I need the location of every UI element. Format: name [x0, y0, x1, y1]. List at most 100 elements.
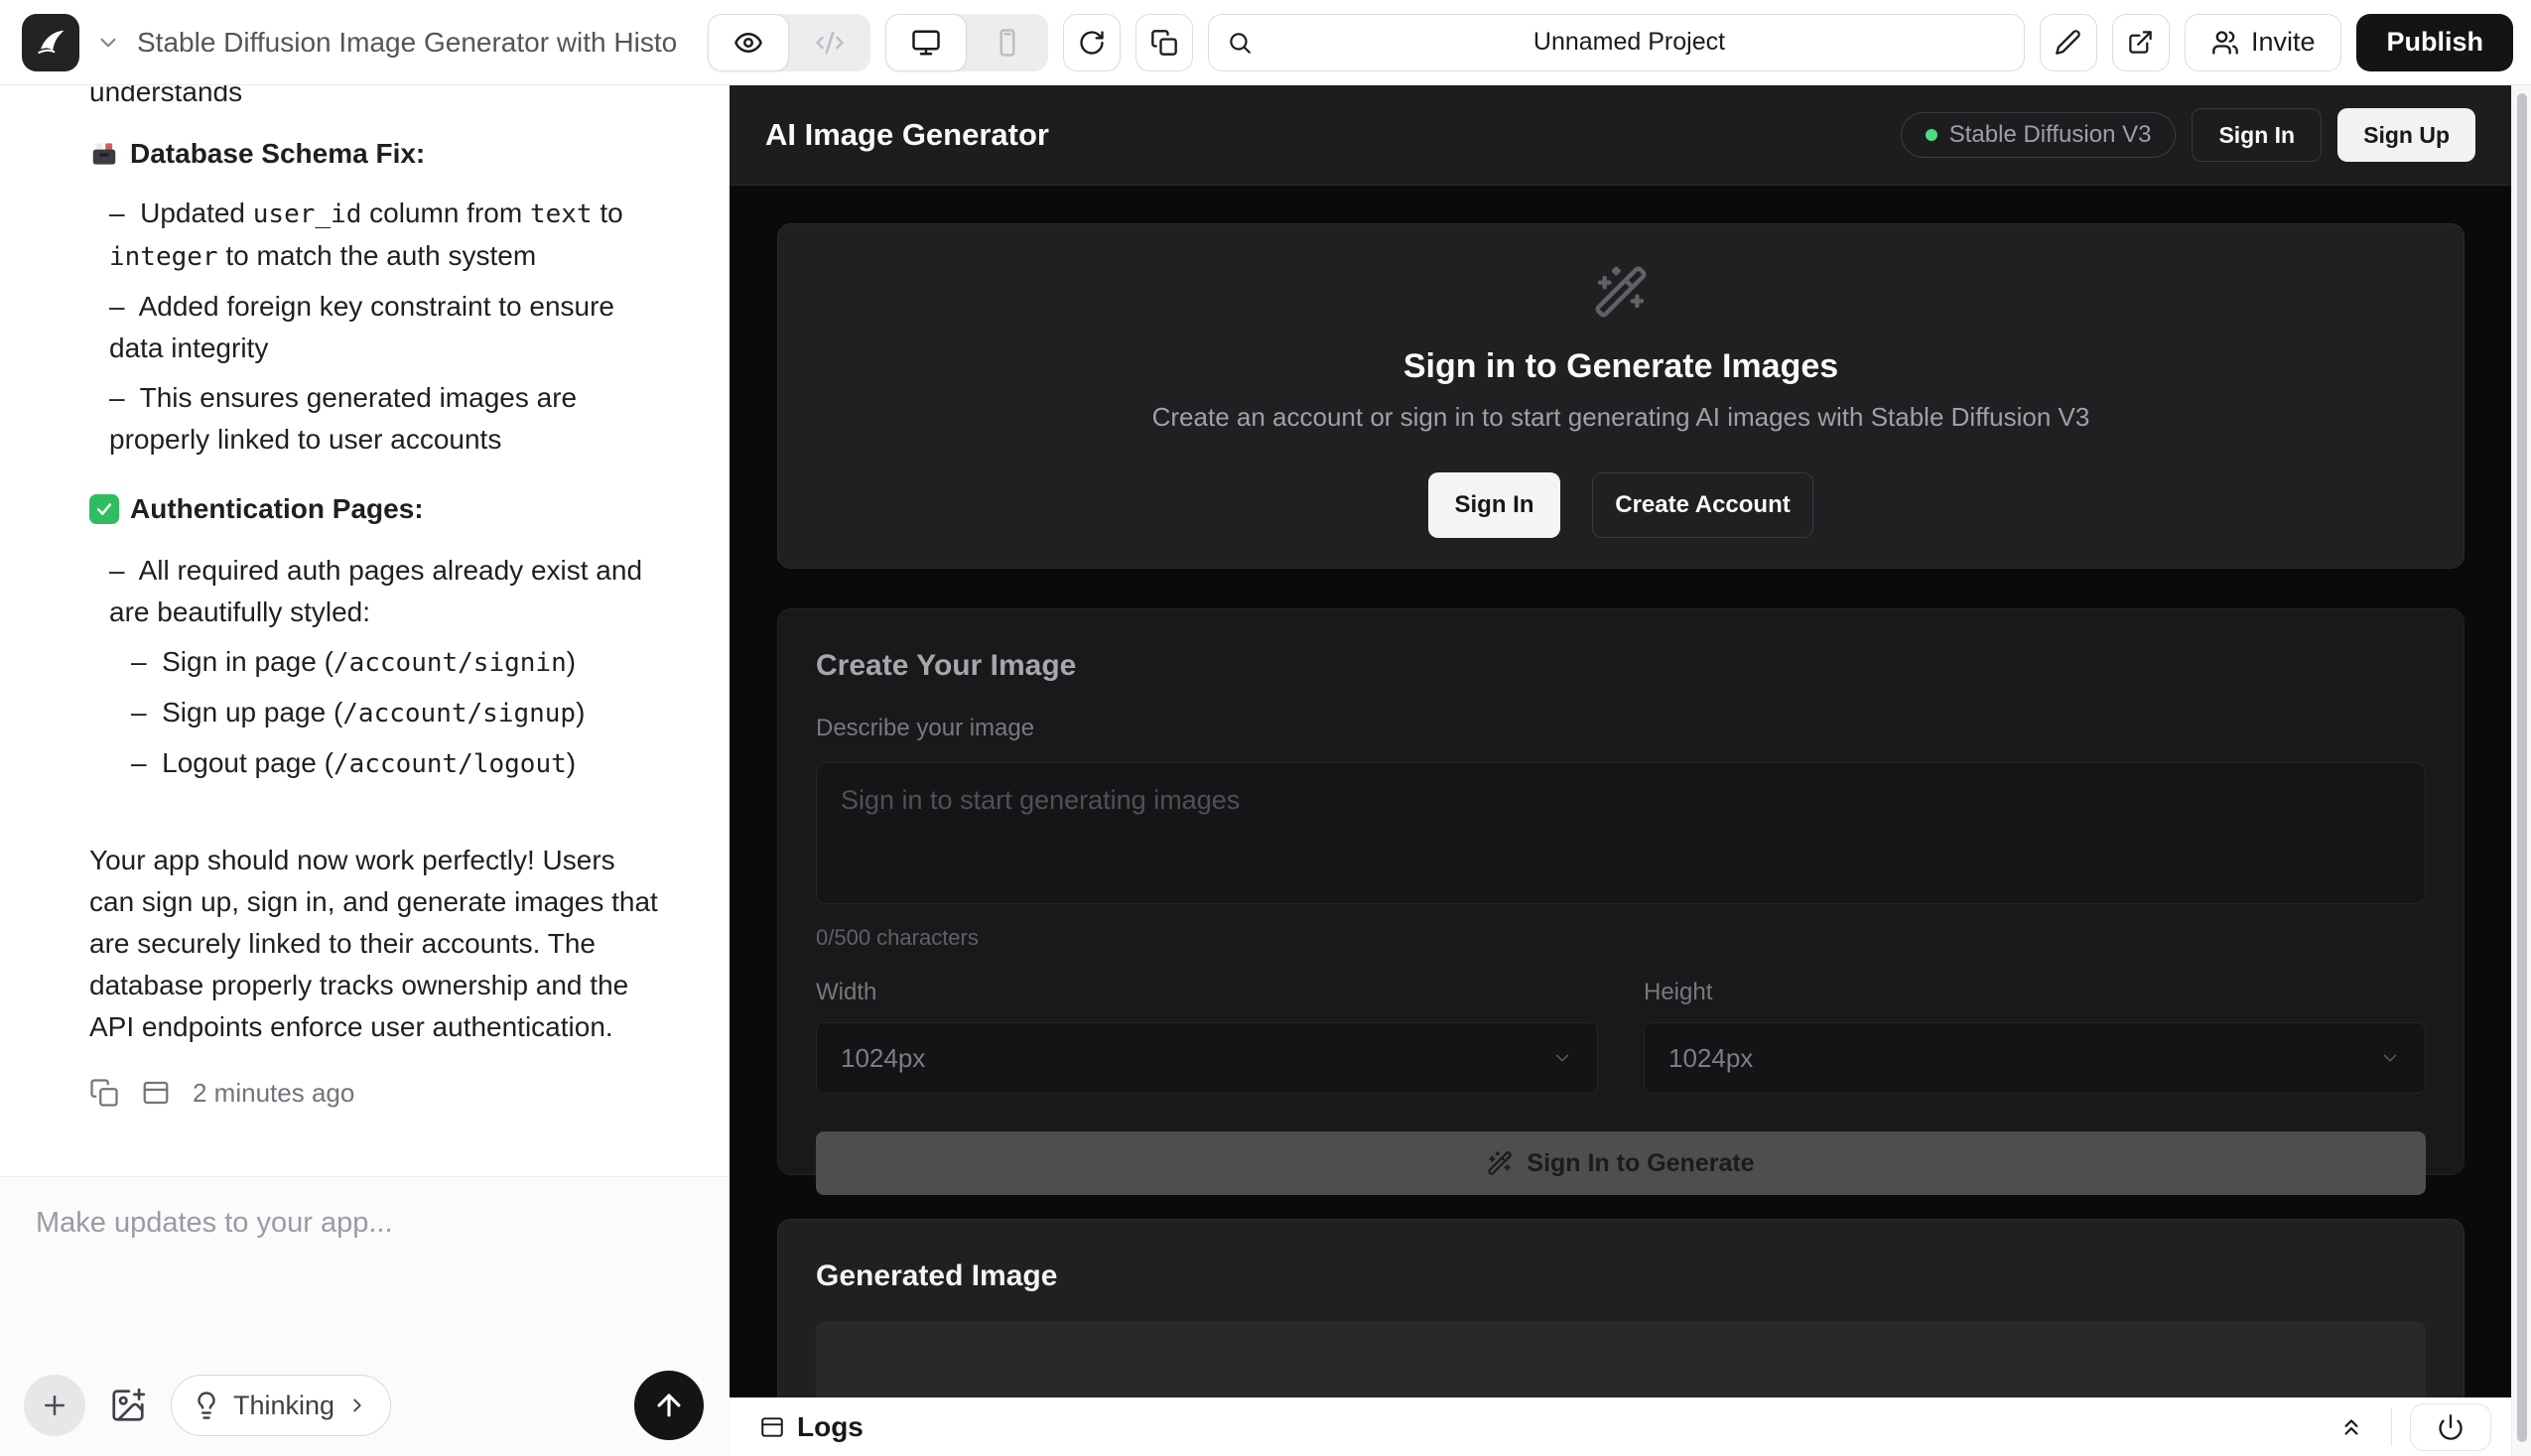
power-icon	[2437, 1413, 2464, 1441]
smartphone-icon	[993, 28, 1022, 58]
create-card-title: Create Your Image	[816, 649, 2426, 683]
chat-message-area[interactable]: understands Database Schema Fix: – Updat…	[0, 85, 730, 1176]
add-image-button[interactable]	[105, 1383, 151, 1428]
composer-input[interactable]	[0, 1177, 730, 1346]
plus-icon	[40, 1390, 69, 1420]
logs-actions	[2330, 1403, 2491, 1451]
external-link-icon	[2127, 29, 2154, 56]
hero-subtitle: Create an account or sign in to start ge…	[1152, 402, 2090, 433]
hero-sign-in-button[interactable]: Sign In	[1428, 472, 1560, 538]
app-title: AI Image Generator	[765, 117, 1049, 153]
height-select[interactable]: 1024px	[1644, 1022, 2426, 1094]
hero-create-account-button[interactable]: Create Account	[1592, 472, 1813, 538]
thinking-mode-button[interactable]: Thinking	[171, 1375, 391, 1436]
app-logo	[22, 14, 79, 71]
power-button[interactable]	[2410, 1403, 2491, 1451]
send-button[interactable]	[634, 1371, 704, 1440]
inline-code: /account/signup	[342, 699, 576, 728]
project-menu-chevron-down-icon[interactable]	[95, 30, 121, 56]
dimension-controls: Width 1024px Height 1024px	[816, 979, 2426, 1094]
chat-section-heading: Database Schema Fix:	[89, 133, 664, 175]
chat-closing-paragraph: Your app should now work perfectly! User…	[89, 840, 664, 1048]
inline-code: /account/logout	[333, 749, 567, 779]
header-sign-in-button[interactable]: Sign In	[2192, 108, 2322, 162]
open-in-new-tab-button[interactable]	[2112, 14, 2170, 71]
device-toggle	[885, 14, 1048, 71]
chevron-right-icon	[346, 1394, 368, 1416]
add-attachment-button[interactable]	[24, 1375, 85, 1436]
chevrons-up-icon	[2338, 1414, 2364, 1440]
divider	[2391, 1408, 2392, 1446]
invite-button[interactable]: Invite	[2185, 14, 2342, 71]
chat-bullet: – Updated user_id column from text to in…	[109, 193, 664, 278]
project-title: Stable Diffusion Image Generator with Hi…	[137, 27, 693, 59]
inline-code: text	[530, 199, 593, 229]
project-header: Stable Diffusion Image Generator with Hi…	[0, 14, 708, 71]
publish-label: Publish	[2386, 27, 2483, 58]
users-icon	[2211, 29, 2239, 57]
window-preview-icon[interactable]	[141, 1078, 171, 1108]
expand-logs-button[interactable]	[2330, 1405, 2373, 1449]
toolbar-actions: Invite Publish	[708, 14, 2531, 71]
describe-image-label: Describe your image	[816, 715, 2426, 742]
thinking-label: Thinking	[233, 1390, 334, 1421]
duplicate-button[interactable]	[1135, 14, 1193, 71]
project-name-input[interactable]	[1253, 28, 2006, 57]
desktop-view-button[interactable]	[885, 14, 967, 71]
search-icon	[1227, 30, 1253, 56]
preview-scroll-area[interactable]: Sign in to Generate Images Create an acc…	[730, 186, 2511, 1397]
logs-label: Logs	[797, 1411, 864, 1443]
arrow-up-icon	[652, 1389, 686, 1422]
project-name-bar	[1208, 14, 2025, 71]
preview-mode-button[interactable]	[708, 14, 789, 71]
preview-app-header: AI Image Generator Stable Diffusion V3 S…	[730, 85, 2511, 186]
lightbulb-icon	[192, 1390, 221, 1420]
window-icon	[759, 1414, 785, 1440]
monitor-icon	[911, 28, 941, 58]
generate-button[interactable]: Sign In to Generate	[816, 1131, 2426, 1195]
chat-bullet: – Added foreign key constraint to ensure…	[109, 286, 664, 369]
status-dot	[1926, 129, 1937, 141]
chevron-down-icon	[1551, 1047, 1573, 1069]
top-toolbar: Stable Diffusion Image Generator with Hi…	[0, 0, 2531, 85]
width-select[interactable]: 1024px	[816, 1022, 1598, 1094]
pencil-icon	[2055, 29, 2081, 56]
chat-panel: understands Database Schema Fix: – Updat…	[0, 85, 730, 1456]
invite-label: Invite	[2251, 27, 2316, 58]
clipped-chat-line: understands	[89, 85, 664, 113]
check-mark-icon	[89, 494, 119, 524]
prompt-textarea[interactable]	[816, 762, 2426, 904]
generated-image-placeholder	[816, 1321, 2426, 1397]
header-sign-up-button[interactable]: Sign Up	[2337, 108, 2475, 162]
width-label: Width	[816, 979, 1598, 1006]
chevron-down-icon	[2379, 1047, 2401, 1069]
logo-swoosh-icon	[31, 23, 70, 63]
mobile-view-button[interactable]	[967, 14, 1048, 71]
logs-toggle[interactable]: Logs	[759, 1411, 864, 1443]
heading-text: Database Schema Fix:	[130, 133, 425, 175]
scrollbar-thumb[interactable]	[2517, 93, 2527, 1442]
card-file-box-icon	[89, 139, 119, 169]
publish-button[interactable]: Publish	[2356, 14, 2513, 71]
generate-button-label: Sign In to Generate	[1527, 1149, 1754, 1178]
app-preview: AI Image Generator Stable Diffusion V3 S…	[730, 85, 2511, 1456]
eye-icon	[733, 28, 763, 58]
image-plus-icon	[109, 1387, 147, 1424]
vertical-scrollbar	[2511, 85, 2531, 1456]
wand-sparkles-icon	[1593, 264, 1649, 320]
logs-bar: Logs	[730, 1397, 2511, 1456]
message-footer: 2 minutes ago	[89, 1072, 664, 1114]
rename-button[interactable]	[2040, 14, 2097, 71]
generated-image-card: Generated Image	[777, 1219, 2464, 1397]
sign-in-hero-card: Sign in to Generate Images Create an acc…	[777, 223, 2464, 569]
generated-image-title: Generated Image	[816, 1259, 2426, 1293]
chat-composer: Thinking	[0, 1176, 730, 1456]
chat-sub-bullet: – Sign in page (/account/signin)	[131, 641, 664, 684]
chat-bullet: – All required auth pages already exist …	[109, 550, 664, 633]
chat-bullet: – This ensures generated images are prop…	[109, 377, 664, 461]
copy-message-icon[interactable]	[89, 1078, 119, 1108]
code-mode-button[interactable]	[789, 14, 870, 71]
refresh-button[interactable]	[1063, 14, 1121, 71]
refresh-icon	[1078, 29, 1106, 57]
composer-actions: Thinking	[24, 1371, 704, 1440]
